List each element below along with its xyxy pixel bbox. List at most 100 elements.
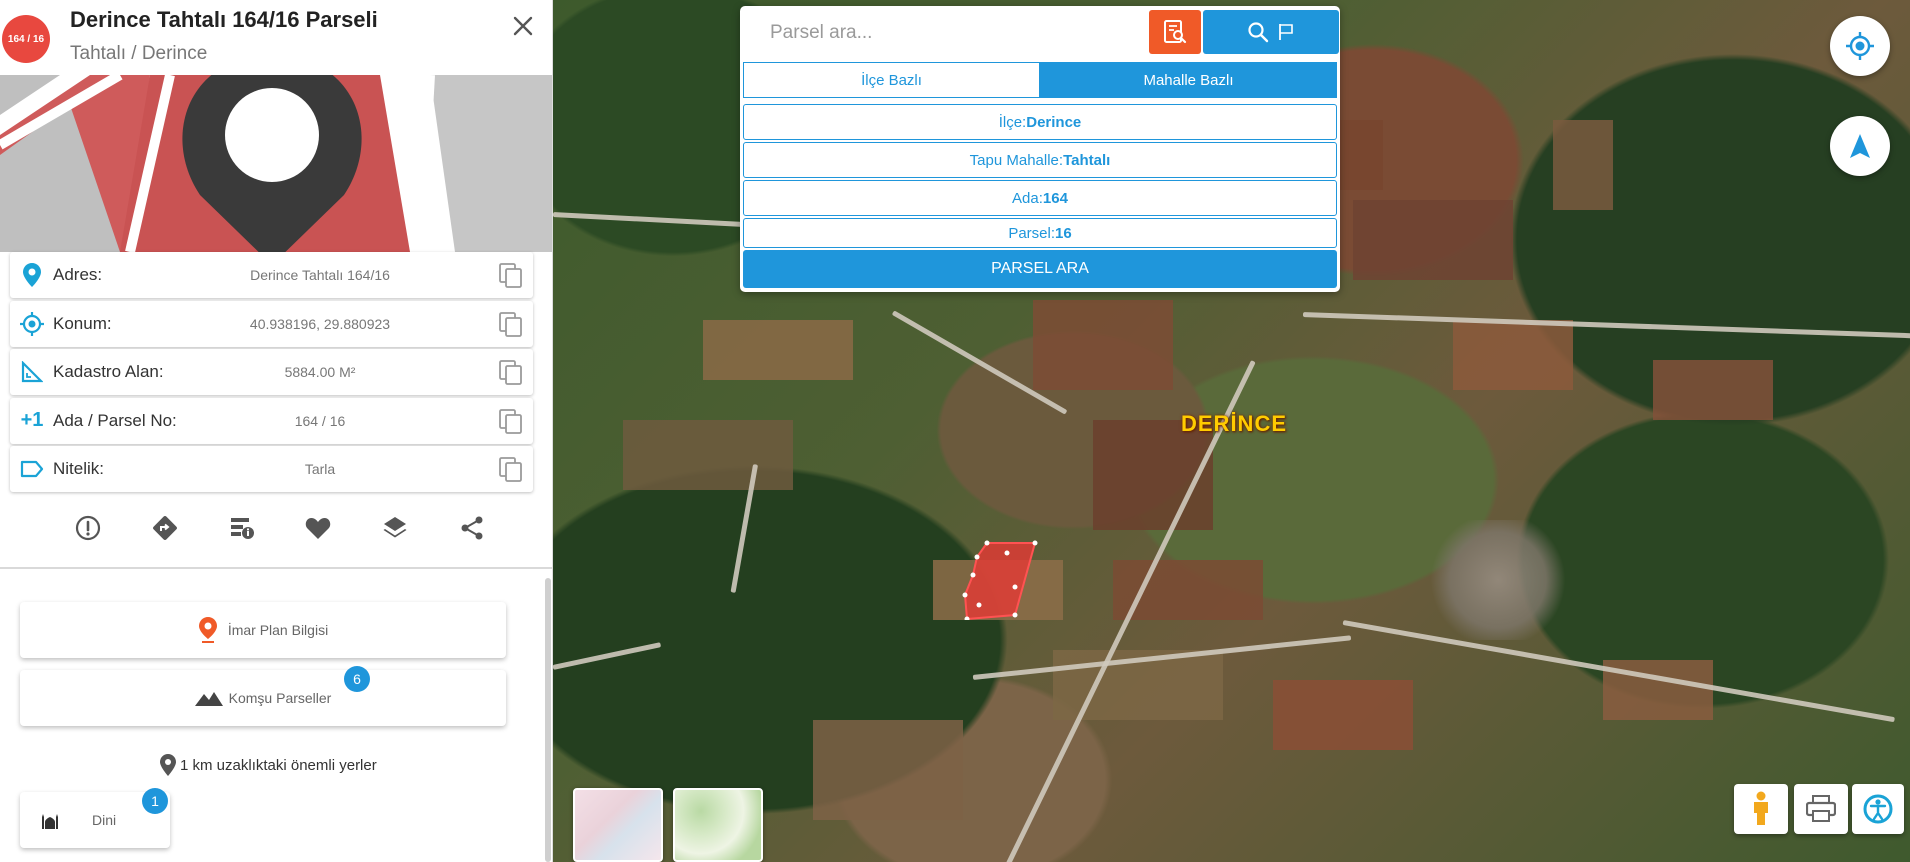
search-mode-tabs: İlçe Bazlı Mahalle Bazlı <box>743 62 1337 98</box>
map-pin-illustration <box>0 75 552 252</box>
info-value: 40.938196, 29.880923 <box>249 315 391 332</box>
info-label: Adres: <box>53 265 103 284</box>
layers-button[interactable] <box>377 510 413 546</box>
basemap-thumbnail-street[interactable] <box>673 788 763 862</box>
sidebar-header: 164 / 16 Derince Tahtalı 164/16 Parseli … <box>0 0 552 75</box>
parsel-field[interactable]: Parsel: 16 <box>743 218 1337 248</box>
mahalle-field-value: Tahtalı <box>1063 151 1111 169</box>
parcel-title: Derince Tahtalı 164/16 Parseli <box>70 7 378 32</box>
ilce-field[interactable]: İlçe: Derince <box>743 104 1337 140</box>
ada-field[interactable]: Ada: 164 <box>743 180 1337 216</box>
accessibility-button[interactable] <box>1852 784 1904 834</box>
dini-count-badge: 1 <box>142 788 168 814</box>
map-village <box>1423 520 1573 640</box>
mountain-icon <box>194 692 223 706</box>
printer-icon <box>1806 795 1836 822</box>
parcel-sidebar: 164 / 16 Derince Tahtalı 164/16 Parseli … <box>0 0 553 862</box>
map-field <box>703 320 853 380</box>
parsel-field-value: 16 <box>1055 224 1072 242</box>
report-button[interactable] <box>70 510 106 546</box>
copy-icon[interactable] <box>499 408 523 435</box>
tapu-mahalle-field[interactable]: Tapu Mahalle: Tahtalı <box>743 142 1337 178</box>
location-pin-icon <box>160 754 176 776</box>
search-document-button[interactable] <box>1149 10 1201 54</box>
directions-button[interactable] <box>147 510 183 546</box>
info-value: 164 / 16 <box>294 412 346 429</box>
info-label: Ada / Parsel No: <box>53 410 177 430</box>
mahalle-field-label: Tapu Mahalle: <box>969 151 1064 169</box>
parsel-ara-button[interactable]: PARSEL ARA <box>743 250 1337 288</box>
search-button[interactable] <box>1203 10 1339 54</box>
compass-button[interactable] <box>1830 116 1890 176</box>
map-road <box>1302 312 1910 339</box>
info-label: Kadastro Alan: <box>53 362 164 381</box>
pegman-icon <box>1754 791 1768 825</box>
map-field <box>1553 120 1613 210</box>
ilce-field-value: Derince <box>1026 113 1082 131</box>
dini-category-button[interactable]: Dini 1 <box>20 788 170 848</box>
basemap-thumbnail-plan[interactable] <box>573 788 663 862</box>
dini-label: Dini <box>92 812 117 828</box>
info-row-adres: Adres: Derince Tahtalı 164/16 <box>10 252 533 298</box>
copy-icon[interactable] <box>499 457 523 483</box>
map-field <box>1353 200 1513 280</box>
nearby-label: 1 km uzaklıktaki önemli yerler <box>180 756 377 774</box>
heart-icon <box>306 518 331 539</box>
ilce-field-label: İlçe: <box>998 113 1027 131</box>
copy-icon[interactable] <box>499 360 523 386</box>
parcel-banner-image <box>0 75 552 252</box>
map-place-label: DERİNCE <box>1181 411 1288 436</box>
close-button[interactable] <box>508 14 538 44</box>
my-location-button[interactable] <box>1830 16 1890 76</box>
tag-icon <box>20 457 44 481</box>
info-value: 5884.00 M² <box>284 364 356 380</box>
copy-icon[interactable] <box>499 311 523 338</box>
komsu-parseller-button[interactable]: Komşu Parseller 6 <box>20 666 506 726</box>
layers-icon <box>383 517 407 538</box>
app-root: DERİNCE 164 / 16 Derince Tahtalı 164/16 … <box>0 0 1910 862</box>
map-field <box>1273 680 1413 750</box>
crosshair-icon <box>1846 32 1874 60</box>
info-row-kadastro-alan: Kadastro Alan: 5884.00 M² <box>10 349 533 395</box>
info-row-ada-parsel: +1 Ada / Parsel No: 164 / 16 <box>10 397 533 444</box>
parcel-search-input[interactable] <box>750 12 1150 54</box>
section-divider <box>0 567 552 569</box>
parcel-badge: 164 / 16 <box>2 15 50 63</box>
favorite-button[interactable] <box>300 510 336 546</box>
street-view-button[interactable] <box>1734 784 1788 834</box>
parcel-search-panel: İlçe Bazlı Mahalle Bazlı İlçe:Derince Ta… <box>740 6 1340 292</box>
parcel-subtitle: Tahtalı / Derince <box>70 43 208 64</box>
target-icon <box>20 311 44 336</box>
ada-field-label: Ada: <box>1012 189 1043 207</box>
magnifier-icon <box>1248 22 1269 43</box>
map-field <box>813 720 963 820</box>
nearby-heading: 1 km uzaklıktaki önemli yerler <box>160 754 377 776</box>
tab-mahalle-bazli[interactable]: Mahalle Bazlı <box>1040 62 1337 98</box>
map-road <box>553 642 662 670</box>
document-search-icon <box>1164 20 1187 44</box>
info-label: Konum: <box>53 313 112 333</box>
info-label: Nitelik: <box>53 459 105 478</box>
sidebar-scrollbar[interactable] <box>545 578 551 862</box>
ada-field-value: 164 <box>1042 189 1068 207</box>
plus-one-icon: +1 <box>20 409 44 431</box>
details-button[interactable] <box>224 510 260 546</box>
selected-parcel-polygon[interactable] <box>959 535 1039 620</box>
komsu-count-badge: 6 <box>344 666 370 692</box>
alert-circle-icon <box>75 515 101 541</box>
info-row-konum: Konum: 40.938196, 29.880923 <box>10 300 533 347</box>
map-field <box>623 420 793 490</box>
tab-ilce-bazli[interactable]: İlçe Bazlı <box>743 62 1040 98</box>
imar-plan-button[interactable]: İmar Plan Bilgisi <box>20 602 506 658</box>
directions-icon <box>152 516 177 540</box>
close-icon <box>513 16 533 36</box>
print-button[interactable] <box>1794 784 1848 834</box>
imar-plan-label: İmar Plan Bilgisi <box>227 622 329 638</box>
list-info-icon <box>230 518 254 539</box>
info-row-nitelik: Nitelik: Tarla <box>10 446 533 492</box>
share-button[interactable] <box>454 510 490 546</box>
copy-icon[interactable] <box>499 263 523 289</box>
map-field <box>1113 560 1263 620</box>
map-field <box>1653 360 1773 420</box>
map-field <box>1033 300 1173 390</box>
